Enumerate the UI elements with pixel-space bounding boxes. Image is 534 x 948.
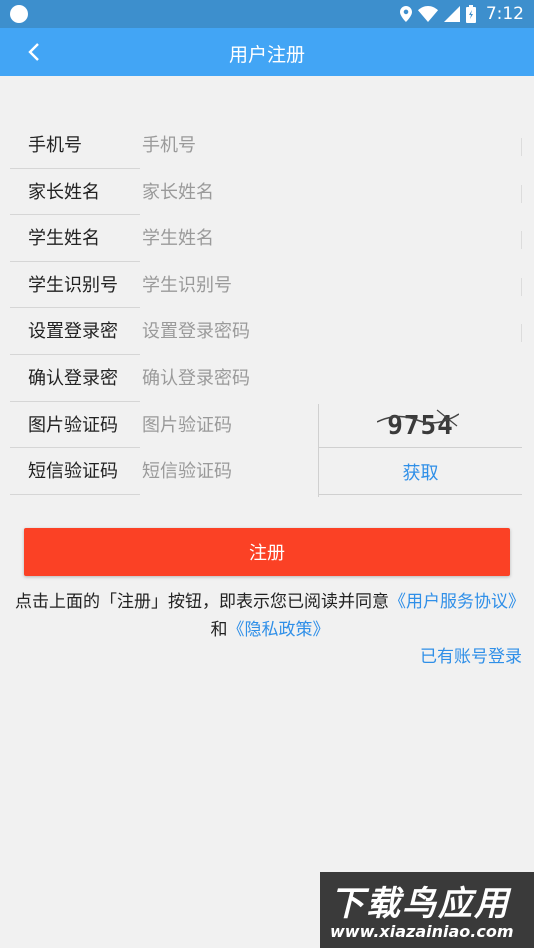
app-bar: 用户注册 xyxy=(0,28,534,76)
agreement-and: 和 xyxy=(210,620,228,640)
login-link[interactable]: 已有账号登录 xyxy=(420,642,522,667)
captcha-image[interactable]: 9754 xyxy=(319,404,522,448)
parent-name-label: 家长姓名 xyxy=(28,181,100,203)
form-row-password: 设置登录密 xyxy=(10,310,522,357)
battery-icon xyxy=(465,5,476,23)
signal-icon xyxy=(443,6,460,22)
privacy-policy-link[interactable]: 《隐私政策》 xyxy=(228,620,330,640)
register-button[interactable]: 注册 xyxy=(24,528,510,576)
form-row-student-name: 学生姓名 xyxy=(10,217,522,264)
page-title: 用户注册 xyxy=(228,44,305,66)
notification-dot-icon xyxy=(10,5,28,23)
location-icon xyxy=(399,6,412,22)
student-name-label: 学生姓名 xyxy=(28,228,100,250)
phone-input[interactable] xyxy=(142,124,512,168)
form-row-image-captcha: 图片验证码 9754 xyxy=(10,403,522,451)
user-agreement-link[interactable]: 《用户服务协议》 xyxy=(389,592,525,612)
parent-name-input[interactable] xyxy=(142,170,512,215)
form-row-parent-name: 家长姓名 xyxy=(10,170,522,218)
form-row-student-id: 学生识别号 xyxy=(10,263,522,311)
status-icons: 7:12 xyxy=(399,3,524,25)
agreement-prefix: 点击上面的「注册」按钮，即表示您已阅读并同意 xyxy=(15,592,389,612)
agreement-text: 点击上面的「注册」按钮，即表示您已阅读并同意《用户服务协议》和《隐私政策》 xyxy=(14,588,526,644)
image-captcha-label: 图片验证码 xyxy=(28,414,118,436)
sms-code-input[interactable] xyxy=(142,450,312,495)
form-row-sms-code: 短信验证码 获取 xyxy=(10,450,522,497)
student-name-input[interactable] xyxy=(142,217,512,262)
watermark-title: 下载鸟应用 xyxy=(330,884,510,924)
phone-label: 手机号 xyxy=(28,135,82,156)
student-id-input[interactable] xyxy=(142,263,512,308)
register-form: 手机号 家长姓名 学生姓名 学生识别号 设置登录密 确认登录密 图片验证码 xyxy=(10,124,522,497)
status-time: 7:12 xyxy=(485,4,524,24)
confirm-password-input[interactable] xyxy=(142,356,512,401)
image-captcha-input[interactable] xyxy=(142,403,312,448)
password-label: 设置登录密 xyxy=(28,321,118,343)
sms-code-label: 短信验证码 xyxy=(28,461,118,483)
get-code-button[interactable]: 获取 xyxy=(319,450,522,494)
student-id-label: 学生识别号 xyxy=(28,274,118,296)
status-bar: 7:12 xyxy=(0,0,534,28)
confirm-password-label: 确认登录密 xyxy=(28,367,118,389)
form-row-confirm-password: 确认登录密 xyxy=(10,356,522,404)
get-code-label: 获取 xyxy=(402,463,439,485)
form-row-phone: 手机号 xyxy=(10,124,522,171)
password-input[interactable] xyxy=(142,310,512,355)
watermark-url: www.xiazainiao.com xyxy=(330,922,514,941)
captcha-noise-icon xyxy=(376,409,459,427)
watermark-logo: 下载鸟应用 www.xiazainiao.com xyxy=(320,872,534,948)
wifi-icon xyxy=(417,6,438,22)
